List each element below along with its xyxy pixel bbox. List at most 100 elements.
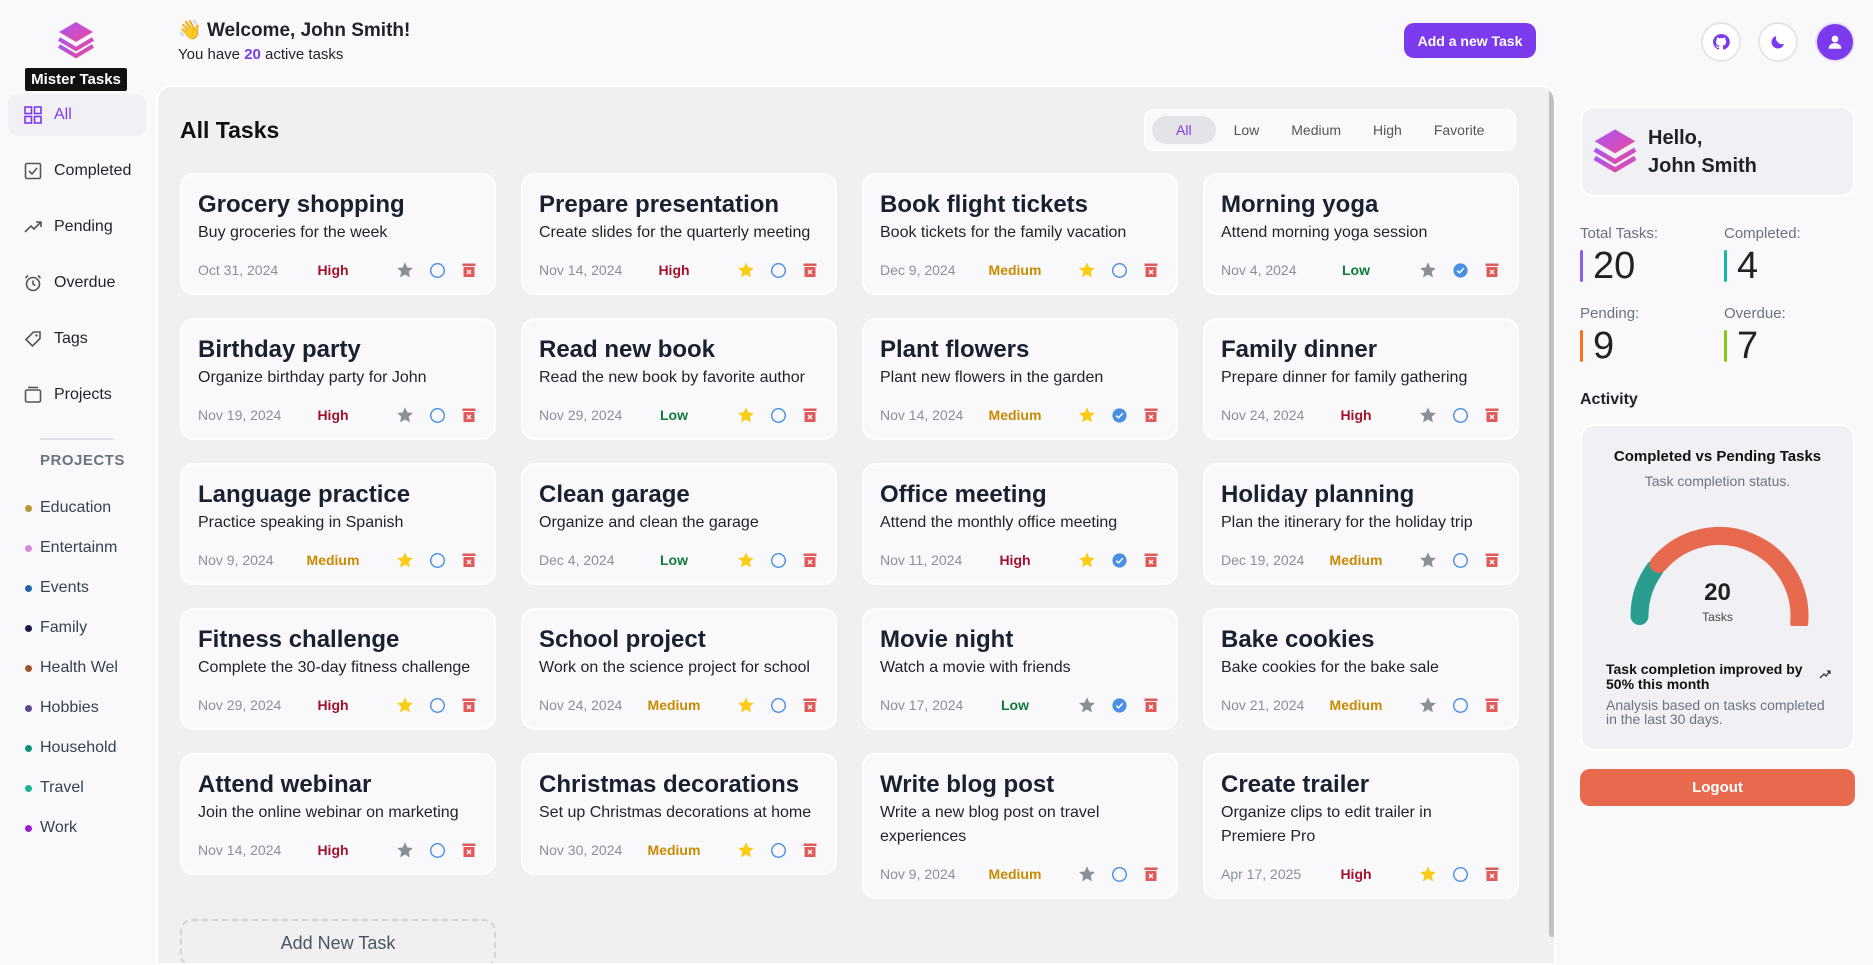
star-icon[interactable]: [1078, 696, 1096, 714]
task-card[interactable]: Birthday party Organize birthday party fo…: [180, 318, 496, 440]
task-card[interactable]: Create trailer Organize clips to edit tra…: [1203, 753, 1519, 899]
star-icon[interactable]: [1419, 865, 1437, 883]
delete-icon[interactable]: [1142, 865, 1160, 883]
circle-icon[interactable]: [1451, 696, 1469, 714]
delete-icon[interactable]: [801, 696, 819, 714]
github-button[interactable]: [1701, 22, 1741, 62]
filter-high[interactable]: High: [1359, 116, 1416, 144]
sidebar-item-pending[interactable]: Pending: [8, 206, 146, 248]
star-icon[interactable]: [737, 551, 755, 569]
filter-favorite[interactable]: Favorite: [1420, 116, 1499, 144]
delete-icon[interactable]: [1483, 551, 1501, 569]
task-card[interactable]: Christmas decorations Set up Christmas de…: [521, 753, 837, 875]
star-icon[interactable]: [737, 841, 755, 859]
circle-icon[interactable]: [428, 696, 446, 714]
circle-icon[interactable]: [1451, 406, 1469, 424]
project-item[interactable]: Hobbies: [25, 688, 150, 728]
star-icon[interactable]: [396, 406, 414, 424]
circle-icon[interactable]: [1451, 551, 1469, 569]
delete-icon[interactable]: [460, 406, 478, 424]
check-circle-icon[interactable]: [1110, 551, 1128, 569]
circle-icon[interactable]: [428, 261, 446, 279]
task-card[interactable]: Family dinner Prepare dinner for family g…: [1203, 318, 1519, 440]
check-circle-icon[interactable]: [1110, 406, 1128, 424]
sidebar-item-tags[interactable]: Tags: [8, 318, 146, 360]
task-card[interactable]: Holiday planning Plan the itinerary for t…: [1203, 463, 1519, 585]
task-card[interactable]: Attend webinar Join the online webinar on…: [180, 753, 496, 875]
star-icon[interactable]: [396, 841, 414, 859]
sidebar-item-projects[interactable]: Projects: [8, 374, 146, 416]
star-icon[interactable]: [737, 406, 755, 424]
star-icon[interactable]: [737, 696, 755, 714]
project-item[interactable]: Events: [25, 568, 150, 608]
star-icon[interactable]: [1419, 261, 1437, 279]
star-icon[interactable]: [1419, 406, 1437, 424]
circle-icon[interactable]: [428, 551, 446, 569]
circle-icon[interactable]: [1110, 865, 1128, 883]
circle-icon[interactable]: [769, 841, 787, 859]
theme-toggle-button[interactable]: [1758, 22, 1798, 62]
task-card[interactable]: Movie night Watch a movie with friends Nov…: [862, 608, 1178, 730]
sidebar-item-completed[interactable]: Completed: [8, 150, 146, 192]
circle-icon[interactable]: [428, 841, 446, 859]
project-item[interactable]: Entertainm: [25, 528, 150, 568]
task-card[interactable]: Fitness challenge Complete the 30-day fit…: [180, 608, 496, 730]
star-icon[interactable]: [396, 261, 414, 279]
circle-icon[interactable]: [428, 406, 446, 424]
check-circle-icon[interactable]: [1110, 696, 1128, 714]
delete-icon[interactable]: [1142, 696, 1160, 714]
star-icon[interactable]: [737, 261, 755, 279]
delete-icon[interactable]: [801, 841, 819, 859]
scrollbar[interactable]: [1549, 87, 1554, 937]
filter-all[interactable]: All: [1152, 116, 1216, 144]
circle-icon[interactable]: [769, 551, 787, 569]
delete-icon[interactable]: [1483, 696, 1501, 714]
task-card[interactable]: Book flight tickets Book tickets for the …: [862, 173, 1178, 295]
star-icon[interactable]: [1419, 696, 1437, 714]
add-new-task-card[interactable]: Add New Task: [180, 919, 496, 963]
task-card[interactable]: Grocery shopping Buy groceries for the we…: [180, 173, 496, 295]
task-card[interactable]: Plant flowers Plant new flowers in the ga…: [862, 318, 1178, 440]
delete-icon[interactable]: [1483, 406, 1501, 424]
delete-icon[interactable]: [460, 551, 478, 569]
delete-icon[interactable]: [1142, 551, 1160, 569]
delete-icon[interactable]: [1483, 261, 1501, 279]
star-icon[interactable]: [1078, 551, 1096, 569]
check-circle-icon[interactable]: [1451, 261, 1469, 279]
delete-icon[interactable]: [460, 696, 478, 714]
delete-icon[interactable]: [1142, 406, 1160, 424]
project-item[interactable]: Education: [25, 488, 150, 528]
delete-icon[interactable]: [460, 841, 478, 859]
circle-icon[interactable]: [769, 696, 787, 714]
app-logo[interactable]: Mister Tasks: [25, 20, 127, 91]
delete-icon[interactable]: [460, 261, 478, 279]
add-task-button[interactable]: Add a new Task: [1404, 23, 1536, 58]
project-item[interactable]: Health Wel: [25, 648, 150, 688]
star-icon[interactable]: [396, 696, 414, 714]
filter-medium[interactable]: Medium: [1277, 116, 1355, 144]
task-card[interactable]: Clean garage Organize and clean the garag…: [521, 463, 837, 585]
task-card[interactable]: Bake cookies Bake cookies for the bake sa…: [1203, 608, 1519, 730]
profile-button[interactable]: [1815, 22, 1855, 62]
task-card[interactable]: School project Work on the science projec…: [521, 608, 837, 730]
project-item[interactable]: Household: [25, 728, 150, 768]
project-item[interactable]: Travel: [25, 768, 150, 808]
delete-icon[interactable]: [801, 406, 819, 424]
task-card[interactable]: Morning yoga Attend morning yoga session N…: [1203, 173, 1519, 295]
project-item[interactable]: Family: [25, 608, 150, 648]
delete-icon[interactable]: [1142, 261, 1160, 279]
logout-button[interactable]: Logout: [1580, 769, 1855, 806]
delete-icon[interactable]: [801, 261, 819, 279]
star-icon[interactable]: [1078, 261, 1096, 279]
circle-icon[interactable]: [769, 406, 787, 424]
delete-icon[interactable]: [801, 551, 819, 569]
task-card[interactable]: Language practice Practice speaking in Sp…: [180, 463, 496, 585]
circle-icon[interactable]: [1110, 261, 1128, 279]
task-card[interactable]: Prepare presentation Create slides for th…: [521, 173, 837, 295]
star-icon[interactable]: [396, 551, 414, 569]
filter-low[interactable]: Low: [1220, 116, 1274, 144]
circle-icon[interactable]: [769, 261, 787, 279]
task-card[interactable]: Office meeting Attend the monthly office …: [862, 463, 1178, 585]
task-card[interactable]: Read new book Read the new book by favori…: [521, 318, 837, 440]
delete-icon[interactable]: [1483, 865, 1501, 883]
